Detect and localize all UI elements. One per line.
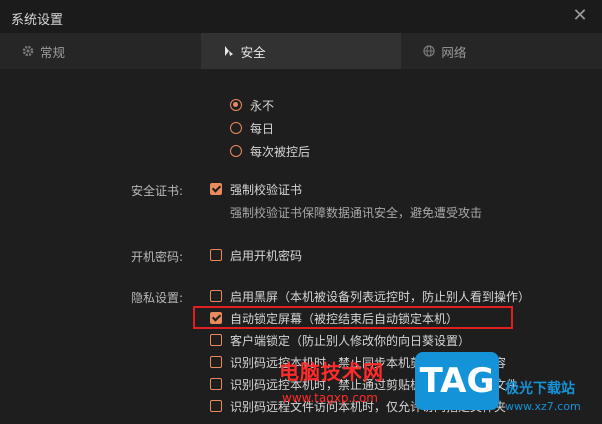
radio-label: 每次被控后 — [250, 144, 311, 159]
tab-security[interactable]: 安全 — [200, 33, 402, 69]
privacy-item-clientlock[interactable]: 客户端锁定（防止别人修改你的向日葵设置） — [210, 331, 470, 349]
privacy-checkbox[interactable] — [210, 356, 222, 368]
privacy-item-label: 客户端锁定（防止别人修改你的向日葵设置） — [230, 333, 471, 348]
tab-network[interactable]: 网络 — [401, 33, 602, 69]
window-title: 系统设置 — [11, 13, 64, 28]
watermark-text: 电脑技术网 — [279, 360, 384, 384]
radio-label: 永不 — [250, 98, 275, 113]
tab-bar: 常规 安全 网络 — [0, 33, 602, 69]
privacy-checkbox[interactable] — [210, 400, 222, 412]
watermark-site: 极光下载站 — [505, 381, 575, 397]
title-bar: 系统设置 ✕ — [0, 0, 602, 33]
watermark-url: www.tagxp.com — [282, 391, 378, 405]
cert-option-label: 强制校验证书 — [230, 182, 303, 197]
boot-option[interactable]: 启用开机密码 — [210, 246, 302, 264]
privacy-checkbox[interactable] — [210, 290, 222, 302]
boot-label: 开机密码: — [130, 250, 183, 264]
boot-checkbox[interactable] — [210, 249, 222, 261]
radio-after-control[interactable]: 每次被控后 — [230, 142, 310, 160]
highlight-box — [193, 306, 513, 329]
radio-daily[interactable]: 每日 — [230, 119, 274, 137]
tab-label: 安全 — [240, 44, 266, 60]
privacy-item-blackscreen[interactable]: 启用黑屏（本机被设备列表远控时，防止别人看到操作） — [210, 287, 530, 305]
radio-button[interactable] — [230, 145, 242, 157]
radio-button[interactable] — [230, 122, 242, 134]
gear-icon — [22, 45, 34, 57]
privacy-label: 隐私设置: — [130, 291, 183, 305]
radio-button[interactable] — [230, 99, 242, 111]
shield-icon — [224, 46, 233, 56]
cert-label: 安全证书: — [130, 184, 183, 198]
tab-label: 网络 — [441, 44, 467, 60]
cert-description: 强制校验证书保障数据通讯安全，避免遭受攻击 — [230, 205, 483, 220]
privacy-item-label: 启用黑屏（本机被设备列表远控时，防止别人看到操作） — [230, 289, 531, 304]
boot-option-label: 启用开机密码 — [230, 248, 303, 263]
radio-label: 每日 — [250, 121, 275, 136]
privacy-checkbox[interactable] — [210, 378, 222, 390]
radio-never[interactable]: 永不 — [230, 96, 274, 114]
cert-option[interactable]: 强制校验证书 — [210, 180, 302, 198]
globe-icon — [423, 45, 435, 57]
tab-label: 常规 — [40, 44, 66, 60]
watermark-logo: TAG — [415, 352, 499, 410]
watermark-site-url: www.xz7.com — [505, 400, 581, 413]
privacy-checkbox[interactable] — [210, 334, 222, 346]
tab-general[interactable]: 常规 — [0, 33, 201, 69]
cert-checkbox[interactable] — [210, 183, 222, 195]
close-icon[interactable]: ✕ — [570, 6, 590, 26]
